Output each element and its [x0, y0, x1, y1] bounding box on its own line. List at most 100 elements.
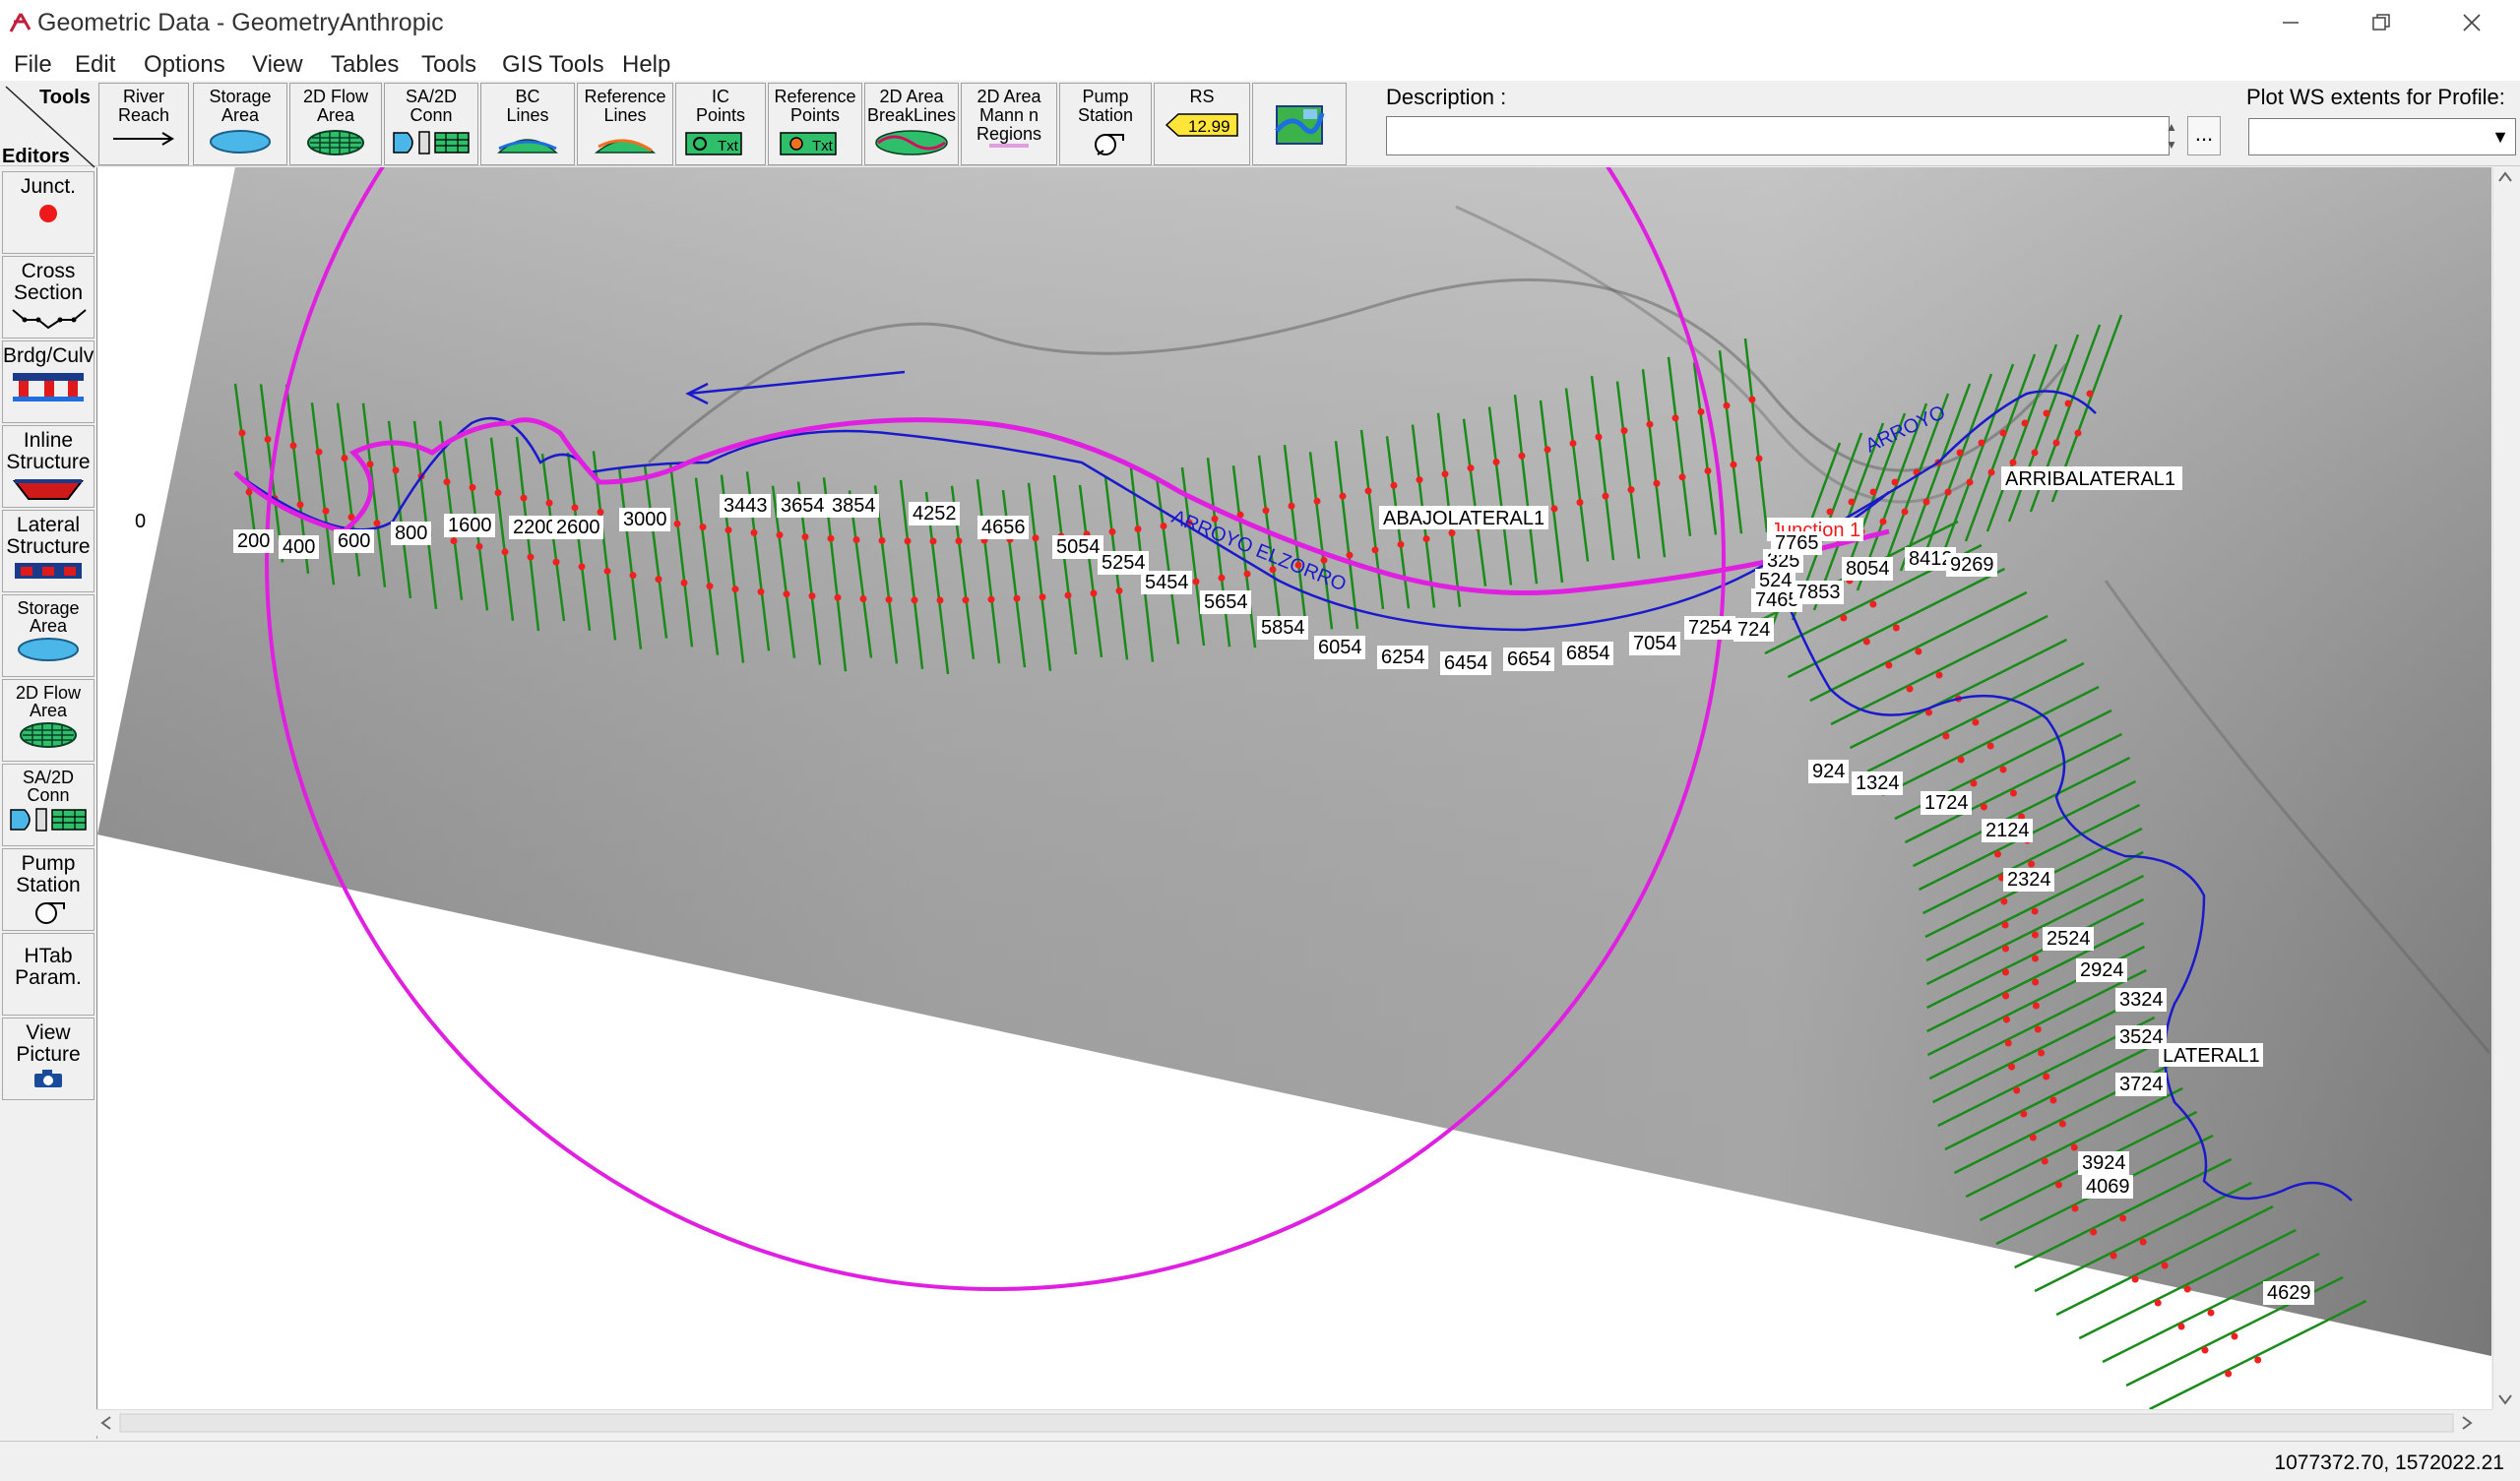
cross-section-editor-button[interactable]: Cross Section — [2, 256, 94, 339]
menu-tools[interactable]: Tools — [421, 51, 476, 79]
sa-2d-conn-tool-button[interactable]: SA/2D Conn — [384, 83, 478, 165]
bank-station-point — [1371, 546, 1379, 554]
river-station-label: 5054 — [1056, 536, 1101, 558]
inline-structure-editor-label: Inline Structure — [6, 429, 91, 473]
bank-station-point — [2207, 1309, 2215, 1317]
map-background-button[interactable] — [1252, 83, 1347, 165]
bank-station-point — [2032, 978, 2040, 986]
bc-lines-icon — [497, 139, 558, 154]
bank-station-point — [1906, 685, 1914, 693]
ic-points-tool-button[interactable]: IC Points Txt — [675, 83, 766, 165]
bank-station-point — [1862, 638, 1870, 646]
bank-station-point — [1935, 671, 1943, 679]
bank-station-point — [776, 531, 784, 539]
sa-2d-conn-editor-button[interactable]: SA/2D Conn — [2, 764, 94, 846]
bank-station-point — [1956, 449, 1964, 457]
menu-bar: File Edit Options View Tables Tools GIS … — [0, 47, 2520, 81]
bank-station-point — [1848, 498, 1856, 506]
bank-station-point — [859, 595, 867, 603]
breaklines-tool-label: 2D Area BreakLines — [866, 87, 957, 125]
menu-view[interactable]: View — [252, 51, 303, 79]
bank-station-point — [520, 494, 528, 502]
river-station-label: 3524 — [2119, 1026, 2164, 1048]
description-spin[interactable]: ▲ ▼ — [2162, 118, 2181, 155]
bank-station-point — [1972, 718, 1980, 726]
2d-flow-area-editor-button[interactable]: 2D Flow Area — [2, 679, 94, 762]
bank-station-point — [1492, 459, 1500, 466]
river-station-label: 3724 — [2119, 1074, 2164, 1095]
river-station-label: 2324 — [2007, 869, 2051, 891]
pump-station-icon — [35, 902, 65, 924]
editors-sidebar: Junct. Cross Section Brdg/Culv Inline St… — [0, 169, 97, 1439]
bank-station-point — [2177, 1323, 2185, 1330]
bank-station-point — [2008, 1063, 2016, 1071]
minimize-icon — [2283, 22, 2299, 24]
inline-structure-editor-button[interactable]: Inline Structure — [2, 425, 94, 508]
bank-station-point — [1320, 556, 1328, 564]
river-station-label: 1600 — [448, 515, 492, 536]
menu-edit[interactable]: Edit — [75, 51, 115, 79]
close-button[interactable] — [2431, 0, 2512, 45]
spin-up-icon[interactable]: ▲ — [2162, 118, 2181, 136]
mann-n-regions-tool-label: 2D Area Mann n Regions — [976, 87, 1042, 144]
view-picture-button[interactable]: View Picture — [2, 1018, 94, 1100]
restore-button[interactable] — [2341, 0, 2422, 45]
bank-station-point — [2110, 1252, 2117, 1260]
bank-station-point — [2021, 419, 2029, 427]
river-station-label: 724 — [1737, 619, 1770, 641]
menu-tables[interactable]: Tables — [331, 51, 399, 79]
river-reach-button[interactable]: River Reach — [98, 83, 189, 165]
sa-2d-conn-icon — [393, 131, 470, 154]
storage-area-tool-button[interactable]: Storage Area — [193, 83, 287, 165]
reference-lines-tool-button[interactable]: Reference Lines — [577, 83, 673, 165]
geometry-map[interactable]: ABAJOLATERAL1 ARRIBALATERAL1 LATERAL1 AR… — [97, 167, 2491, 1409]
bank-station-point — [827, 534, 835, 542]
breaklines-tool-button[interactable]: 2D Area BreakLines — [864, 83, 959, 165]
bank-station-point — [2086, 390, 2094, 398]
bank-station-point — [1090, 589, 1098, 597]
breaklines-icon — [875, 130, 948, 155]
sa-2d-conn-tool-label: SA/2D Conn — [405, 87, 458, 125]
reference-points-tool-label: Reference Points — [774, 87, 856, 125]
rs-tool-label: RS — [1189, 87, 1215, 106]
bank-station-point — [527, 553, 535, 561]
bank-station-point — [296, 501, 304, 509]
description-browse-button[interactable]: ... — [2187, 116, 2221, 155]
vertical-scrollbar[interactable] — [2492, 167, 2517, 1409]
bank-station-point — [603, 567, 611, 575]
river-station-label: 3924 — [2082, 1152, 2126, 1174]
map-canvas[interactable]: ABAJOLATERAL1 ARRIBALATERAL1 LATERAL1 AR… — [96, 167, 2491, 1409]
cross-section-line[interactable] — [2149, 1299, 2367, 1409]
minimize-button[interactable] — [2250, 0, 2331, 45]
river-station-label: 3654 — [781, 495, 825, 517]
horizontal-scrollbar[interactable] — [96, 1409, 2492, 1436]
bridge-culvert-editor-button[interactable]: Brdg/Culv — [2, 340, 94, 423]
lateral-structure-editor-button[interactable]: Lateral Structure — [2, 510, 94, 592]
reference-points-tool-button[interactable]: Reference Points Txt — [768, 83, 862, 165]
rs-tool-button[interactable]: RS 12.99 — [1154, 83, 1250, 165]
2d-flow-area-tool-button[interactable]: 2D Flow Area — [289, 83, 382, 165]
pump-station-editor-button[interactable]: Pump Station — [2, 848, 94, 931]
bank-station-point — [852, 536, 860, 544]
menu-help[interactable]: Help — [622, 51, 670, 79]
menu-gis-tools[interactable]: GIS Tools — [502, 51, 604, 79]
storage-area-editor-button[interactable]: Storage Area — [2, 594, 94, 677]
plot-profile-select[interactable]: ▼ — [2248, 118, 2516, 155]
storage-area-editor-label: Storage Area — [17, 598, 80, 636]
bank-station-point — [1942, 732, 1950, 740]
mann-n-regions-tool-button[interactable]: 2D Area Mann n Regions — [961, 83, 1057, 165]
menu-options[interactable]: Options — [144, 51, 225, 79]
description-input[interactable] — [1386, 116, 2170, 155]
menu-file[interactable]: File — [14, 51, 52, 79]
bc-lines-tool-button[interactable]: BC Lines — [480, 83, 575, 165]
pump-station-tool-button[interactable]: Pump Station — [1059, 83, 1152, 165]
junction-editor-button[interactable]: Junct. — [2, 171, 94, 254]
bank-station-point — [2004, 1039, 2012, 1047]
htab-param-editor-button[interactable]: HTab Param. — [2, 933, 94, 1016]
spin-down-icon[interactable]: ▼ — [2162, 136, 2181, 154]
bank-station-point — [911, 596, 918, 604]
bank-station-point — [904, 537, 912, 545]
bank-station-point — [1627, 486, 1635, 494]
view-picture-label: View Picture — [16, 1021, 81, 1066]
bank-station-point — [1994, 850, 2002, 858]
